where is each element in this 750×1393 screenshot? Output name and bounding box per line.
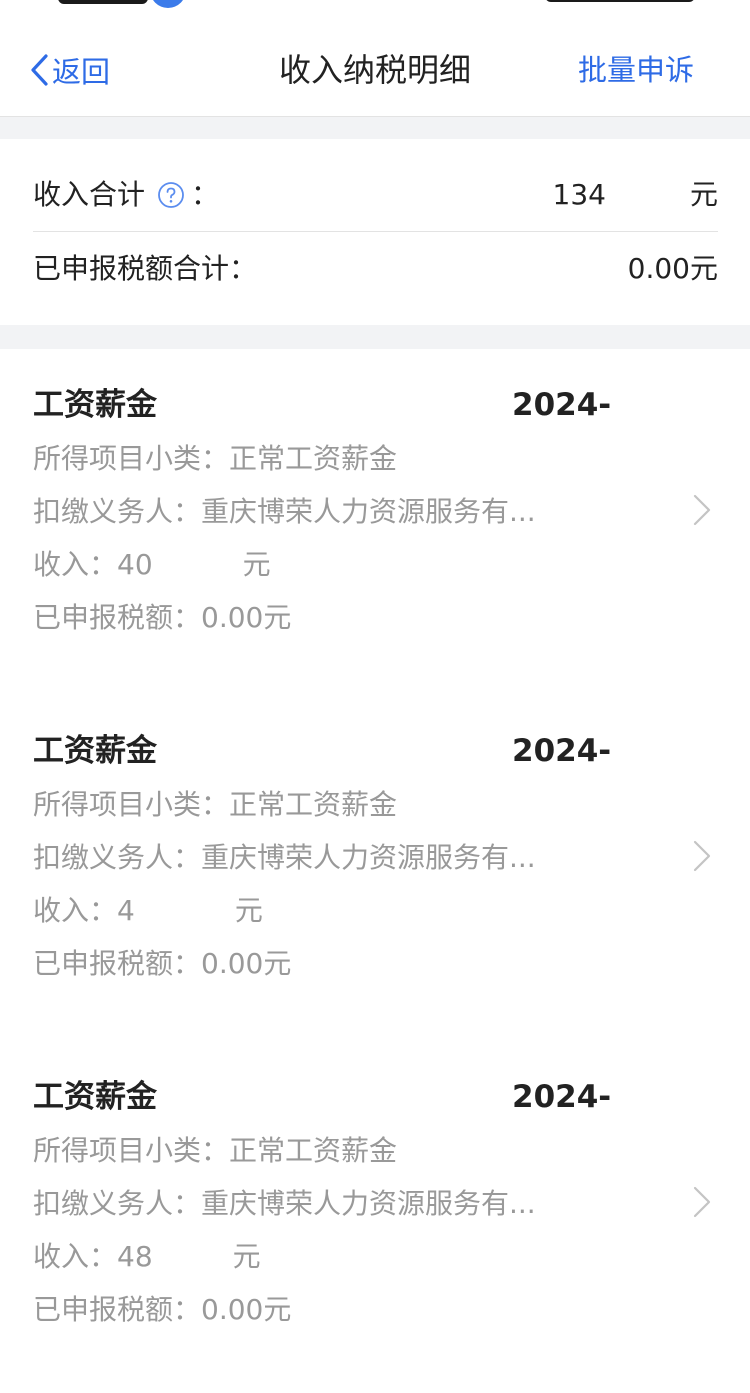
income-subcategory: 所得项目小类：正常工资薪金 [33, 442, 398, 475]
summary-card: 收入合计 ： 134 元 已申报税额合计： 0.00元 [0, 139, 750, 325]
income-total-label-group: 收入合计 ： [33, 175, 219, 215]
withholding-agent: 扣缴义务人：重庆博荣人力资源服务有... [33, 1187, 536, 1220]
income-unit: 元 [242, 548, 271, 581]
income-date: 2024- [512, 733, 612, 769]
income-value: 40 [117, 548, 153, 581]
tax-total-value: 0.00元 [627, 252, 718, 285]
chevron-right-icon [693, 840, 711, 872]
declared-tax: 已申报税额：0.00元 [33, 601, 292, 634]
income-total-unit: 元 [689, 178, 718, 211]
income-record-item[interactable]: 工资薪金 2024- 所得项目小类：正常工资薪金 扣缴义务人：重庆博荣人力资源服… [0, 1041, 750, 1387]
income-type: 工资薪金 [33, 733, 157, 769]
income-unit: 元 [232, 1240, 261, 1273]
income-label: 收入： [33, 1240, 118, 1273]
status-indicator-icon [150, 0, 186, 8]
income-total-colon: ： [191, 178, 220, 211]
question-circle-icon[interactable] [157, 181, 185, 209]
income-label: 收入： [33, 894, 118, 927]
income-value: 48 [117, 1240, 153, 1273]
status-bar [0, 0, 750, 22]
income-date: 2024- [512, 387, 612, 423]
navigation-bar: 返回 收入纳税明细 批量申诉 [0, 22, 750, 117]
section-gap [0, 117, 750, 139]
section-gap [0, 325, 750, 349]
summary-divider [33, 231, 718, 232]
declared-tax: 已申报税额：0.00元 [33, 1293, 292, 1326]
withholding-agent: 扣缴义务人：重庆博荣人力资源服务有... [33, 841, 536, 874]
income-type: 工资薪金 [33, 1079, 157, 1115]
income-record-item[interactable]: 工资薪金 2024- 所得项目小类：正常工资薪金 扣缴义务人：重庆博荣人力资源服… [0, 349, 750, 695]
income-total-label: 收入合计 [33, 178, 146, 211]
income-type: 工资薪金 [33, 387, 157, 423]
income-total-value: 134 [552, 178, 606, 211]
income-date: 2024- [512, 1079, 612, 1115]
withholding-agent: 扣缴义务人：重庆博荣人力资源服务有... [33, 495, 536, 528]
income-amount-row: 收入：48 元 [33, 1237, 261, 1277]
declared-tax: 已申报税额：0.00元 [33, 947, 292, 980]
chevron-right-icon [693, 494, 711, 526]
income-total-row: 收入合计 ： 134 元 [33, 175, 718, 215]
income-subcategory: 所得项目小类：正常工资薪金 [33, 1134, 398, 1167]
income-record-item[interactable]: 工资薪金 2024- 所得项目小类：正常工资薪金 扣缴义务人：重庆博荣人力资源服… [0, 695, 750, 1041]
income-label: 收入： [33, 548, 118, 581]
tax-total-label: 已申报税额合计： [33, 252, 258, 285]
income-amount-row: 收入：4 元 [33, 891, 263, 931]
tax-total-row: 已申报税额合计： 0.00元 [33, 249, 718, 289]
income-unit: 元 [234, 894, 263, 927]
status-time-area [58, 0, 148, 4]
income-value: 4 [117, 894, 135, 927]
income-amount-row: 收入：40 元 [33, 545, 271, 585]
batch-appeal-button[interactable]: 批量申诉 [578, 50, 694, 90]
status-signal-area [545, 0, 695, 2]
income-subcategory: 所得项目小类：正常工资薪金 [33, 788, 398, 821]
chevron-right-icon [693, 1186, 711, 1218]
